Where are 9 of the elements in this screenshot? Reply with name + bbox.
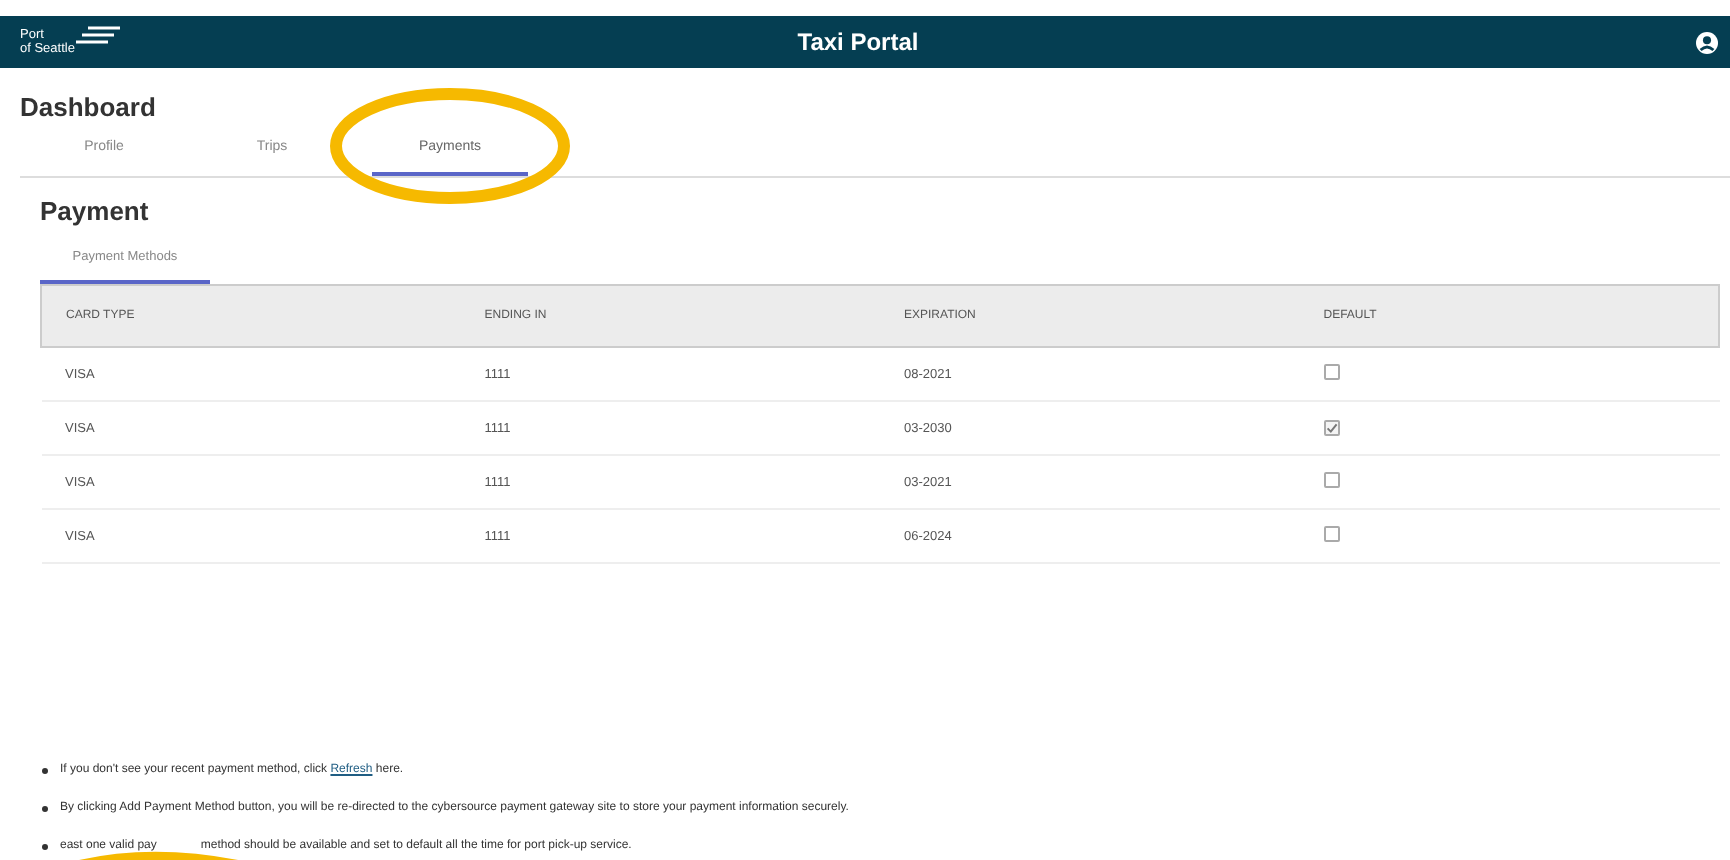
- default-checkbox[interactable]: [1323, 419, 1340, 435]
- default-checkbox[interactable]: [1323, 364, 1340, 380]
- page-title: Dashboard: [20, 92, 158, 122]
- default-checkbox[interactable]: [1323, 526, 1340, 542]
- default-checkbox[interactable]: [1323, 472, 1340, 488]
- user-account-icon[interactable]: [1696, 31, 1718, 53]
- logo-stripes-icon: [76, 26, 121, 46]
- app-title: Taxi Portal: [795, 28, 921, 56]
- section-title: Payment: [40, 196, 151, 226]
